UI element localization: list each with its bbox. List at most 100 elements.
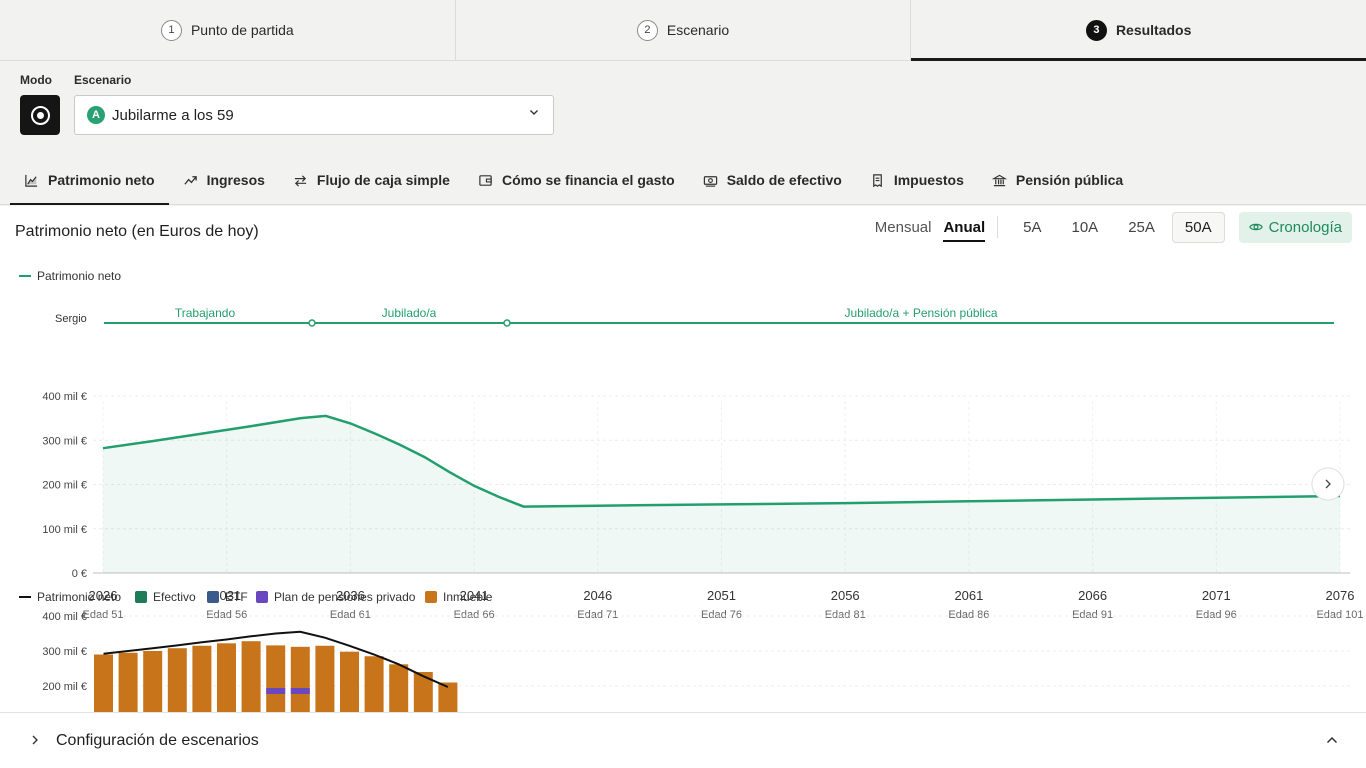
tab-label: Impuestos: [893, 172, 964, 188]
y-tick-label: 0 €: [72, 568, 87, 580]
tab-label: Cómo se financia el gasto: [501, 172, 675, 188]
bar-inmueble: [290, 646, 310, 712]
tab-label: Ingresos: [206, 172, 265, 188]
timeline-person: Sergio: [55, 313, 87, 325]
chart2-legend: Patrimonio neto Efectivo ETF Plan de pen…: [19, 590, 493, 604]
y-tick-label: 200 mil €: [42, 681, 87, 693]
chart2-bars: [94, 641, 458, 712]
tab-como-se-financia[interactable]: Cómo se financia el gasto: [464, 156, 689, 204]
range-controls: Mensual Anual 5A 10A 25A 50A Cronología: [869, 210, 1352, 244]
range-50a-button[interactable]: 50A: [1171, 211, 1225, 243]
step-number: 1: [160, 19, 182, 41]
chevron-right-icon: [32, 735, 38, 745]
divider: [997, 216, 999, 238]
step-resultados[interactable]: 3 Resultados: [911, 0, 1366, 61]
chevron-up-icon[interactable]: [1326, 735, 1338, 745]
legend-patrimonio-neto: Patrimonio neto: [37, 590, 121, 604]
legend-patrimonio-neto: Patrimonio neto: [37, 269, 121, 283]
chart-next-button[interactable]: [1311, 467, 1345, 501]
bar-inmueble: [364, 656, 384, 712]
chart-title: Patrimonio neto (en Euros de hoy): [15, 223, 259, 240]
area-chart-icon: [25, 174, 38, 187]
wallet-icon: [479, 174, 492, 186]
tab-label: Pensión pública: [1015, 172, 1124, 188]
range-25a-button[interactable]: 25A: [1115, 212, 1168, 243]
step-number: 2: [636, 19, 658, 41]
chart1-legend: Patrimonio neto: [19, 269, 121, 283]
composition-chart: Patrimonio neto Efectivo ETF Plan de pen…: [19, 590, 1350, 712]
scenario-config-bar[interactable]: Configuración de escenarios: [0, 712, 1366, 768]
step-punto-de-partida[interactable]: 1 Punto de partida: [0, 0, 456, 60]
phase-jubilado: Jubilado/a: [382, 306, 437, 320]
chart2-y-axis: 200 mil € 300 mil € 400 mil €: [42, 611, 87, 693]
cronologia-label: Cronología: [1268, 218, 1342, 236]
bar-inmueble: [217, 643, 236, 712]
chevron-down-icon: [530, 110, 538, 115]
bar-inmueble: [315, 645, 335, 712]
phase-jubilado-pension: Jubilado/a + Pensión pública: [844, 306, 997, 320]
chart1-y-axis: 0 € 100 mil € 200 mil € 300 mil € 400 mil €: [42, 391, 87, 580]
tab-label: Saldo de efectivo: [726, 172, 842, 188]
bar-inmueble: [266, 645, 286, 712]
bank-icon: [991, 174, 1007, 186]
anual-toggle[interactable]: Anual: [937, 213, 991, 242]
receipt-icon: [872, 173, 882, 187]
step-label: Resultados: [1115, 22, 1192, 38]
y-tick-label: 100 mil €: [42, 524, 87, 536]
scenario-value: Jubilarme a los 59: [112, 106, 234, 124]
tab-ingresos[interactable]: Ingresos: [169, 156, 279, 204]
bar-inmueble: [389, 664, 409, 712]
bar-inmueble: [192, 645, 212, 712]
step-escenario[interactable]: 2 Escenario: [456, 0, 912, 60]
trend-up-icon: [183, 175, 197, 185]
range-5a-button[interactable]: 5A: [1010, 212, 1054, 243]
step-number: 3: [1085, 19, 1107, 41]
tab-patrimonio-neto[interactable]: Patrimonio neto: [10, 156, 169, 205]
timeline-row: Sergio Trabajando Jubilado/a Jubilado/a …: [55, 306, 1334, 327]
legend-inmueble: Inmueble: [443, 590, 493, 604]
tab-impuestos[interactable]: Impuestos: [856, 156, 978, 204]
eye-icon: [1248, 223, 1263, 231]
mode-label: Modo: [20, 73, 52, 87]
bar-inmueble: [143, 651, 163, 712]
y-tick-label: 200 mil €: [42, 480, 87, 492]
scenario-badge: A: [87, 106, 105, 124]
y-tick-label: 300 mil €: [42, 435, 87, 447]
tab-label: Patrimonio neto: [48, 172, 155, 188]
target-icon: [30, 105, 50, 125]
tab-flujo-de-caja[interactable]: Flujo de caja simple: [279, 156, 464, 204]
scenario-select[interactable]: A Jubilarme a los 59: [74, 95, 554, 135]
phase-trabajando: Trabajando: [175, 306, 236, 320]
arrows-exchange-icon: [294, 174, 307, 187]
bar-inmueble: [118, 652, 138, 712]
mensual-toggle[interactable]: Mensual: [869, 213, 938, 242]
chart-panel: Patrimonio neto (en Euros de hoy) Mensua…: [0, 206, 1366, 712]
bar-inmueble: [167, 648, 187, 712]
timeline-marker[interactable]: [503, 319, 511, 327]
mode-toggle-button[interactable]: [20, 95, 60, 135]
stepper: 1 Punto de partida 2 Escenario 3 Resulta…: [0, 0, 1366, 61]
bar-plan-pensiones: [290, 688, 310, 694]
tab-label: Flujo de caja simple: [316, 172, 450, 188]
bar-inmueble: [241, 641, 261, 712]
cronologia-button[interactable]: Cronología: [1238, 211, 1352, 243]
scenario-label: Escenario: [74, 73, 132, 87]
bar-inmueble: [340, 651, 359, 712]
bar-inmueble: [94, 654, 113, 712]
net-worth-chart: Patrimonio neto Sergio Trabajando Jubila…: [19, 269, 1364, 621]
bar-plan-pensiones: [266, 688, 286, 694]
y-tick-label: 400 mil €: [42, 391, 87, 403]
range-10a-button[interactable]: 10A: [1059, 212, 1112, 243]
cash-icon: [703, 175, 717, 187]
tab-pension-publica[interactable]: Pensión pública: [978, 156, 1137, 204]
step-label: Escenario: [666, 22, 730, 38]
scenario-config-label: Configuración de escenarios: [56, 732, 259, 749]
results-tabs: Patrimonio neto Ingresos Flujo de caja s…: [0, 156, 1366, 205]
bar-inmueble: [413, 672, 433, 712]
timeline-marker[interactable]: [308, 319, 316, 327]
step-label: Punto de partida: [190, 22, 294, 38]
tab-saldo-de-efectivo[interactable]: Saldo de efectivo: [689, 156, 856, 204]
legend-efectivo: Efectivo: [153, 590, 196, 604]
y-tick-label: 400 mil €: [42, 611, 87, 623]
y-tick-label: 300 mil €: [42, 646, 87, 658]
